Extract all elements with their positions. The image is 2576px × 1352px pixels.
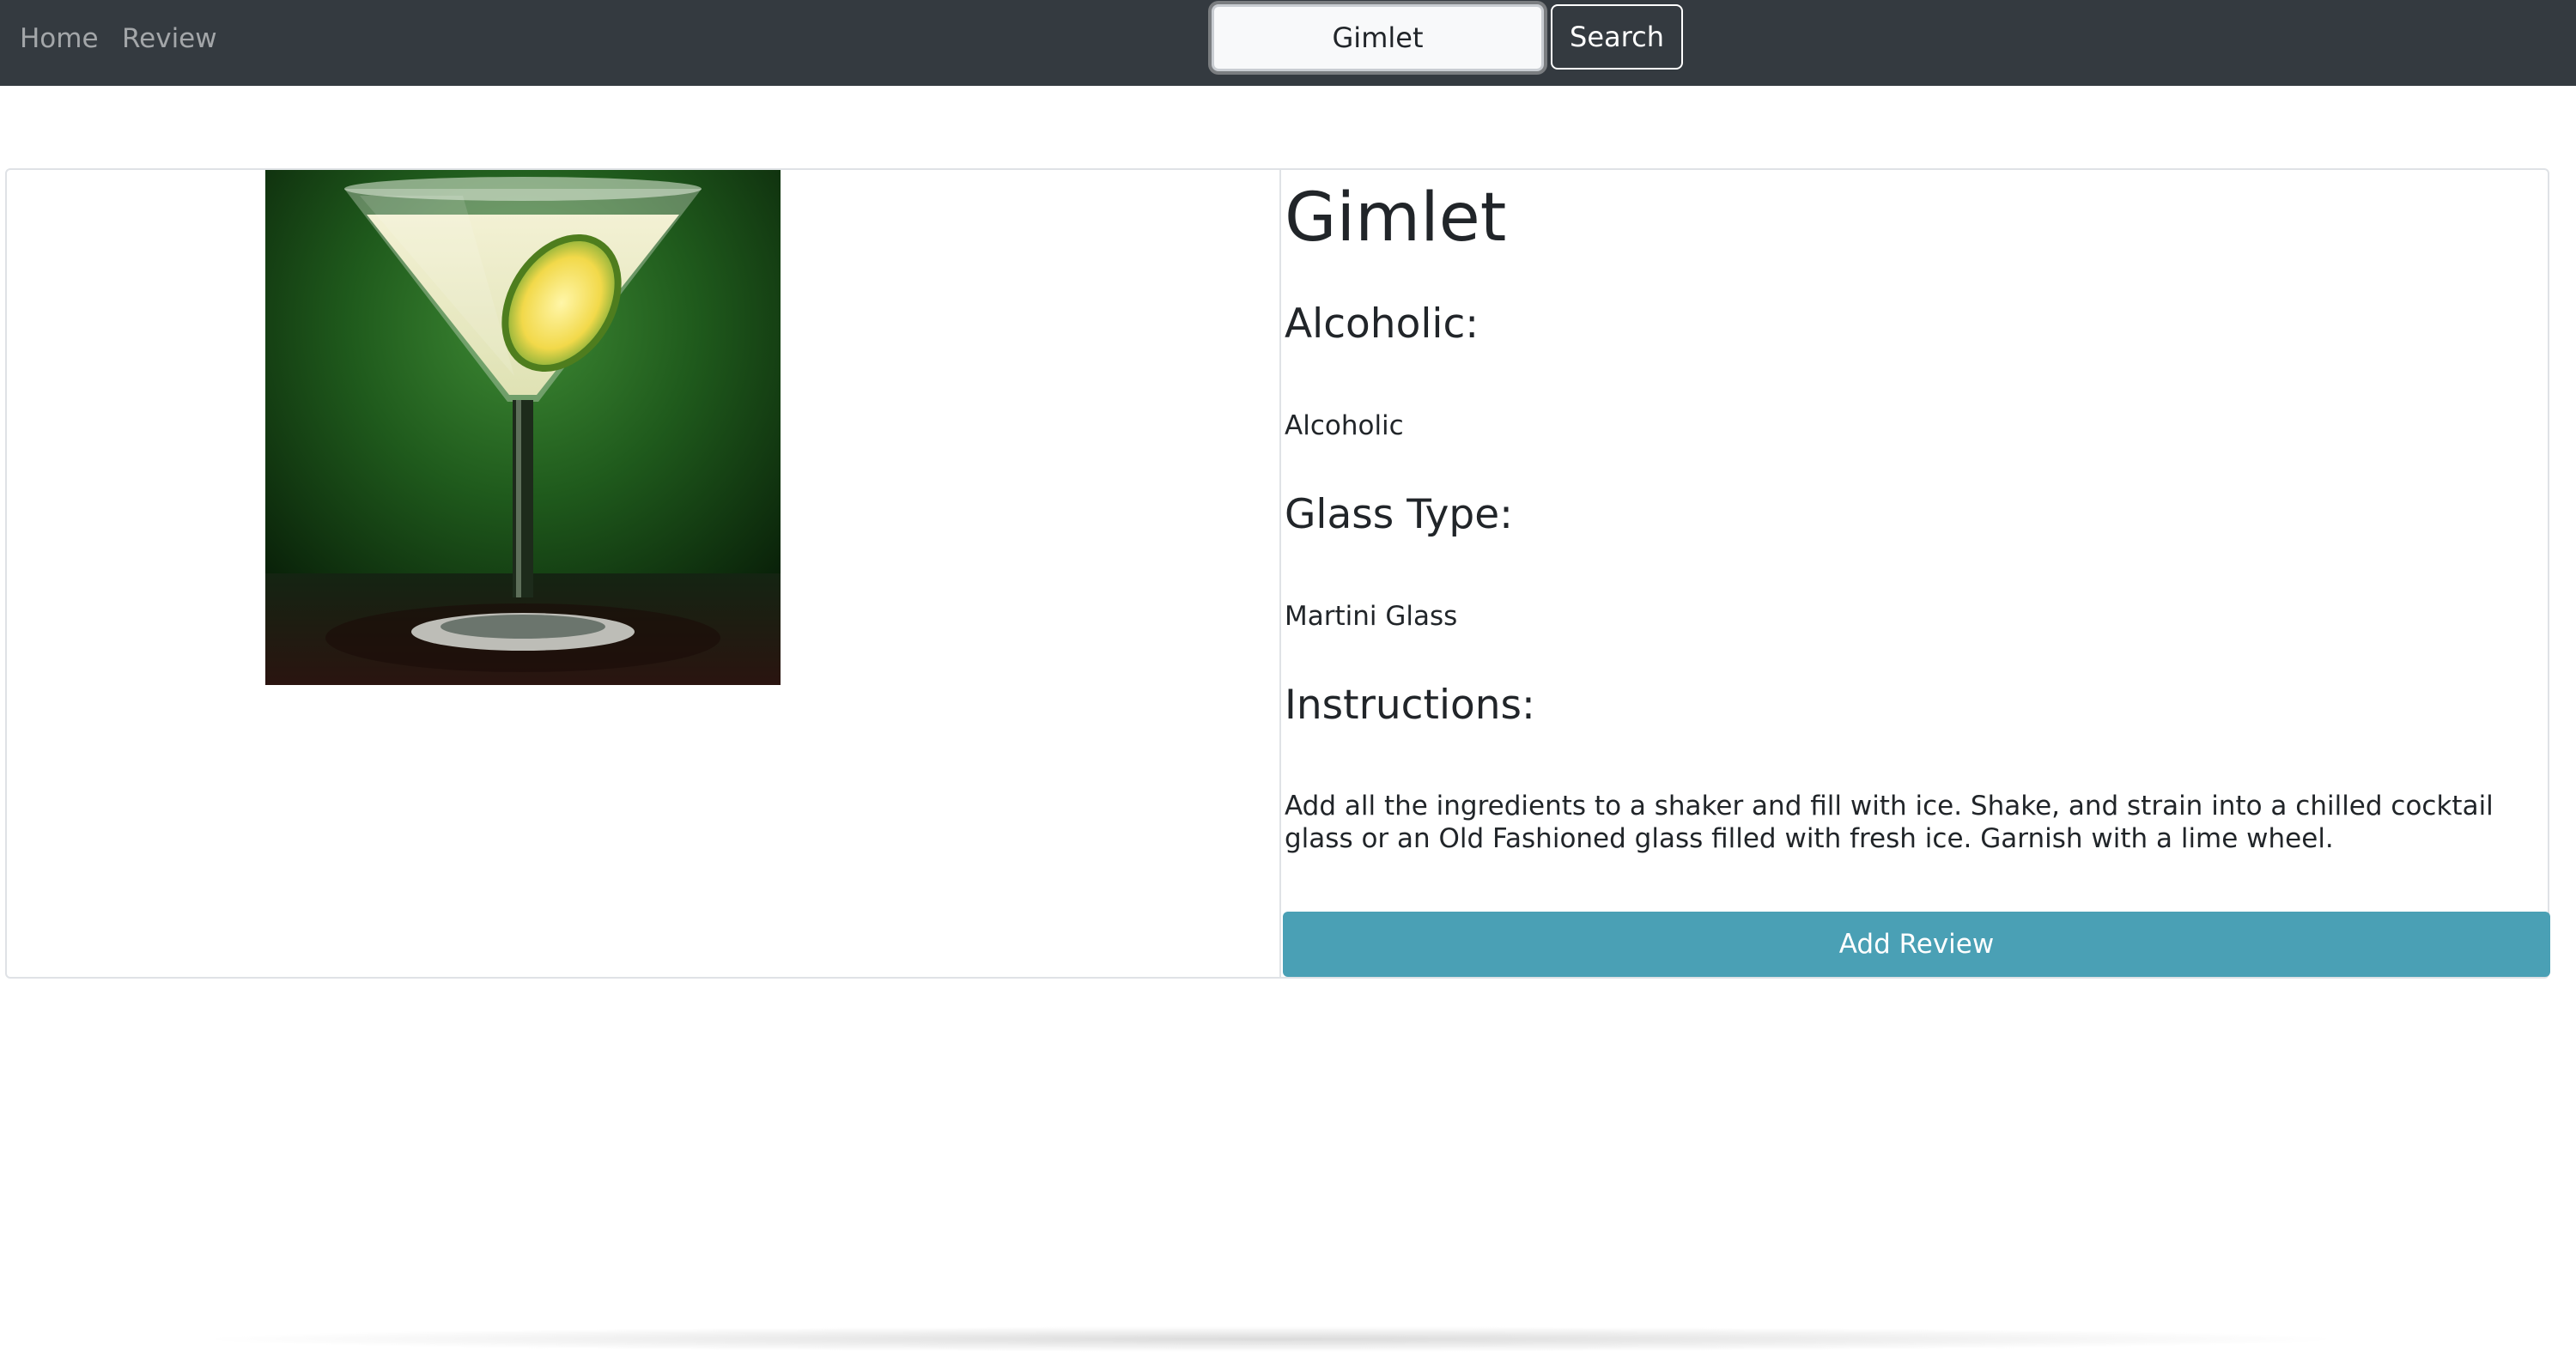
- cocktail-glass-icon: [265, 170, 781, 685]
- drink-card: Gimlet Alcoholic: Alcoholic Glass Type: …: [5, 168, 2550, 979]
- drink-details-column: Gimlet Alcoholic: Alcoholic Glass Type: …: [1281, 170, 2550, 977]
- drink-title: Gimlet: [1285, 179, 1507, 257]
- drink-image: [265, 170, 781, 685]
- top-navbar: Home Review Search: [0, 0, 2576, 86]
- alcoholic-value: Alcoholic: [1285, 410, 1404, 441]
- glass-type-heading: Glass Type:: [1285, 491, 1513, 538]
- instructions-text: Add all the ingredients to a shaker and …: [1285, 791, 2494, 854]
- search-input[interactable]: [1212, 4, 1544, 71]
- page-bottom-shadow: [189, 1326, 2353, 1352]
- search-button[interactable]: Search: [1551, 4, 1683, 70]
- add-review-button[interactable]: Add Review: [1283, 912, 2550, 977]
- instructions-heading: Instructions:: [1285, 682, 1535, 729]
- alcoholic-heading: Alcoholic:: [1285, 300, 1479, 348]
- nav-review-link[interactable]: Review: [122, 22, 217, 55]
- glass-type-value: Martini Glass: [1285, 601, 1458, 632]
- drink-image-column: [7, 170, 1281, 977]
- nav-home-link[interactable]: Home: [20, 22, 99, 55]
